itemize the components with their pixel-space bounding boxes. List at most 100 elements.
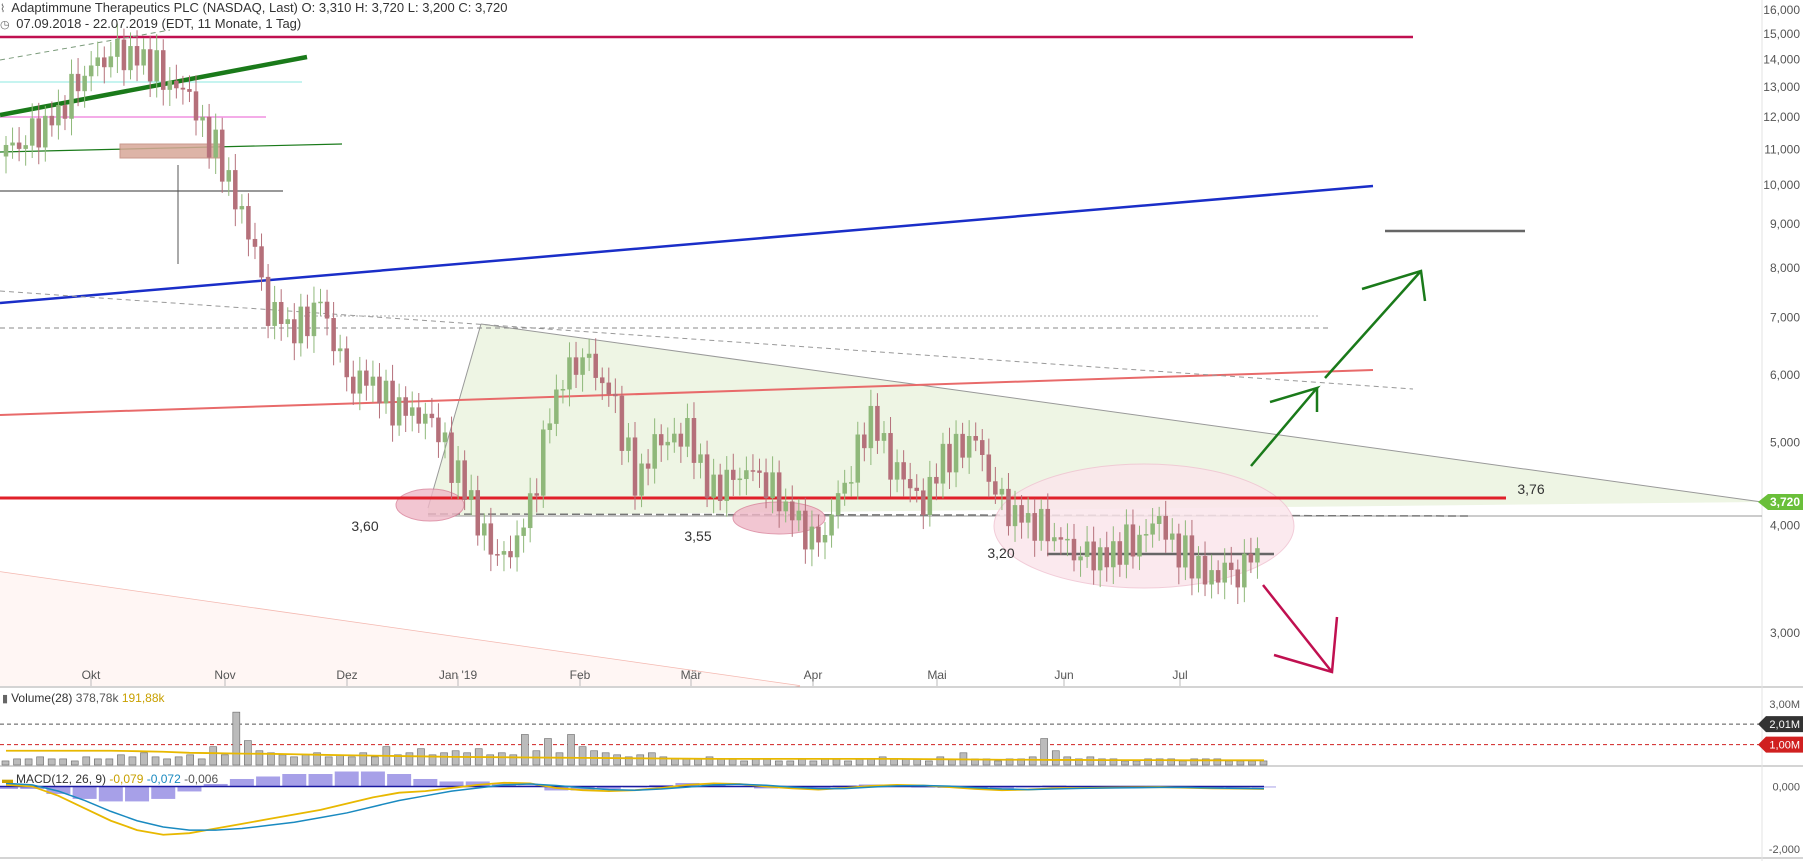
volume-bar xyxy=(751,758,760,766)
level-label: 3,60 xyxy=(351,518,378,534)
candle-body xyxy=(790,501,795,521)
candle-body xyxy=(1235,569,1241,588)
price-axis-tick-label: 6,000 xyxy=(1770,368,1800,382)
candle-body xyxy=(377,376,382,404)
macd-legend-value-3: -0,006 xyxy=(184,772,219,786)
candle-body xyxy=(416,407,422,424)
price-axis-tick-label: 13,000 xyxy=(1763,80,1800,94)
volume-bar xyxy=(844,760,852,766)
price-axis-tick-label: 15,000 xyxy=(1763,27,1800,41)
candle-body xyxy=(1170,533,1175,540)
macd-histogram-bar xyxy=(229,778,254,787)
volume-legend-value-2: 191,88k xyxy=(121,691,165,705)
candle-body xyxy=(193,91,199,121)
candle-body xyxy=(914,487,919,491)
volume-bar xyxy=(128,756,137,766)
volume-axis-tick-label: 2,01M xyxy=(1769,719,1800,731)
volume-bar xyxy=(278,754,287,766)
x-axis-tick-label: Feb xyxy=(570,668,591,682)
volume-bar xyxy=(220,754,229,766)
candle-body xyxy=(724,469,729,501)
candle-body xyxy=(56,105,61,126)
instrument-title: Adaptimmune Therapeutics PLC (NASDAQ, La… xyxy=(11,0,298,15)
volume-bar xyxy=(70,760,79,766)
ohlc-values: O: 3,310 H: 3,720 L: 3,200 C: 3,720 xyxy=(301,0,508,15)
candle-body xyxy=(88,65,94,77)
chart-header-range: ◷ 07.09.2018 - 22.07.2019 (EDT, 11 Monat… xyxy=(0,16,301,33)
volume-bar xyxy=(567,734,575,766)
candle-body xyxy=(606,382,612,395)
candle-body xyxy=(49,115,55,126)
candle-body xyxy=(848,482,854,484)
volume-bar xyxy=(740,760,748,766)
volume-bar xyxy=(1259,760,1268,766)
chart-drawings xyxy=(0,29,1763,687)
volume-bar xyxy=(301,754,310,766)
volume-bar xyxy=(544,738,552,766)
candle-body xyxy=(796,510,802,521)
macd-histogram-bar xyxy=(98,786,123,802)
candle-body xyxy=(966,436,972,458)
candle-body xyxy=(1012,505,1018,527)
candle-body xyxy=(665,441,671,446)
volume-bar xyxy=(440,752,448,766)
macd-histogram-bar xyxy=(413,778,438,787)
volume-bar xyxy=(24,758,33,766)
candle-body xyxy=(1058,537,1064,540)
chart[interactable]: 16,000 15,000 14,000 13,000 12,000 11,000 10,0… xyxy=(0,0,1803,861)
volume-bar xyxy=(405,752,414,766)
volume-bar xyxy=(1248,760,1256,766)
candle-body xyxy=(652,434,657,469)
candle-body xyxy=(331,318,336,352)
orange-box-zone xyxy=(119,143,221,159)
volume-bar xyxy=(140,752,148,766)
candle-body xyxy=(357,370,363,394)
candle-body xyxy=(62,105,68,119)
candle-body xyxy=(1255,548,1260,563)
candle-body xyxy=(1137,534,1142,557)
candle-body xyxy=(763,472,769,499)
volume-bar xyxy=(867,758,875,766)
x-axis-tick-label: Okt xyxy=(82,668,101,682)
volume-bar xyxy=(117,754,125,766)
candle-body xyxy=(1065,538,1070,541)
candle-body xyxy=(704,454,710,498)
candle-body xyxy=(121,39,127,71)
clock-icon: ◷ xyxy=(0,19,10,31)
candle-body xyxy=(580,357,585,375)
candle-body xyxy=(1111,541,1116,568)
candle-body xyxy=(344,348,349,378)
candle-body xyxy=(927,476,933,516)
chart-header-title: ⌇ Adaptimmune Therapeutics PLC (NASDAQ, … xyxy=(0,0,508,17)
volume-bar xyxy=(521,734,529,766)
volume-bar xyxy=(509,754,518,766)
candle-body xyxy=(783,501,788,512)
volume-bar xyxy=(186,754,194,766)
volume-bar xyxy=(763,758,772,766)
candle-body xyxy=(102,57,107,68)
volume-axis-tick-label: 3,00M xyxy=(1769,699,1800,711)
price-axis-tick-label: 7,000 xyxy=(1770,311,1800,325)
candle-body xyxy=(855,434,861,483)
candle-body xyxy=(986,454,992,482)
candle-body xyxy=(1084,541,1090,557)
candle-body xyxy=(1006,488,1011,527)
magenta-arrow-head xyxy=(1273,616,1339,674)
volume-bar xyxy=(1063,756,1072,766)
volume-bar xyxy=(636,754,645,766)
macd-histogram-bar xyxy=(151,786,176,799)
macd-histogram-bar xyxy=(256,776,281,787)
candle-body xyxy=(862,434,867,449)
volume-bar xyxy=(798,758,806,766)
volume-bar xyxy=(1178,760,1187,766)
candle-body xyxy=(1117,541,1123,565)
volume-bar xyxy=(1051,750,1060,766)
candle-body xyxy=(272,302,277,326)
macd-icon: ▬ xyxy=(2,774,13,786)
volume-panel: 3,00M 2,01M 1,00M xyxy=(0,699,1803,766)
candle-body xyxy=(501,551,507,555)
volume-bar xyxy=(555,752,564,766)
macd-legend: ▬ MACD(12, 26, 9) -0,079 -0,072 -0,006 xyxy=(2,772,218,786)
candle-body xyxy=(134,46,140,66)
macd-panel: 0,000 -2,000 xyxy=(0,771,1800,856)
